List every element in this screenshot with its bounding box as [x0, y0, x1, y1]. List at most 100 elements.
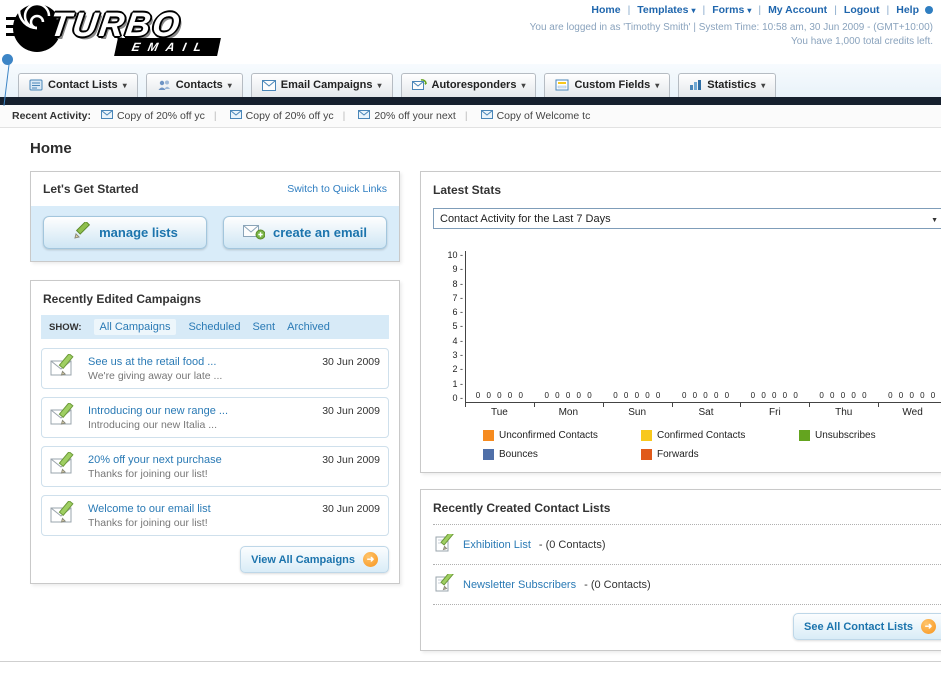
y-tick-label: 10 - [447, 250, 463, 260]
dropdown-arrow-icon [228, 79, 232, 91]
custom-fields-icon [555, 79, 569, 91]
tab-label: Autoresponders [431, 79, 517, 91]
tab-contact-lists[interactable]: Contact Lists [18, 73, 138, 97]
contact-list-item[interactable]: Exhibition List - (0 Contacts) [421, 525, 941, 564]
top-link-my-account[interactable]: My Account [768, 4, 827, 16]
campaign-title-link[interactable]: See us at the retail food ... [88, 356, 314, 368]
contact-list-link[interactable]: Exhibition List [463, 539, 531, 551]
top-link-home-wrap: Home [591, 4, 620, 16]
logo-email: EMAIL [114, 38, 222, 56]
header-right: Home Templates Forms My Account Logout H… [530, 4, 933, 47]
x-tick-label: Tue [465, 403, 534, 418]
latest-stats-title: Latest Stats [433, 183, 502, 197]
legend-swatch-icon [483, 449, 494, 460]
campaign-title-link[interactable]: Introducing our new range ... [88, 405, 314, 417]
tab-custom-fields[interactable]: Custom Fields [544, 73, 671, 97]
y-tick-label: 6 - [452, 307, 463, 318]
x-tick-label: Sat [671, 403, 741, 418]
y-tick-label: 9 - [452, 264, 463, 275]
filter-sent[interactable]: Sent [252, 321, 275, 333]
y-tick-label: 7 - [452, 292, 463, 303]
help-indicator-dot [925, 6, 933, 14]
right-column: Latest Stats Contact Activity for the La… [420, 171, 941, 651]
campaign-row[interactable]: Welcome to our email list Thanks for joi… [41, 495, 389, 536]
contact-lists-panel: Recently Created Contact Lists Exhibitio… [420, 489, 941, 651]
dropdown-arrow-icon [931, 213, 938, 225]
view-all-campaigns-button[interactable]: View All Campaigns [240, 546, 389, 573]
campaign-date: 30 Jun 2009 [322, 503, 380, 515]
contact-list-link[interactable]: Newsletter Subscribers [463, 579, 576, 591]
y-tick-label: 2 - [452, 364, 463, 375]
legend-item: Unsubscribes [799, 430, 941, 441]
recent-activity-link[interactable]: 20% off your next [374, 110, 456, 122]
top-link-home[interactable]: Home [591, 4, 620, 16]
campaign-date: 30 Jun 2009 [322, 405, 380, 417]
stats-period-dropdown[interactable]: Contact Activity for the Last 7 Days [433, 208, 941, 229]
arrow-circle-icon [921, 619, 936, 634]
campaign-subtitle: Introducing our new Italia ... [88, 418, 217, 431]
tab-statistics[interactable]: Statistics [678, 73, 777, 97]
manage-lists-button[interactable]: manage lists [43, 216, 207, 249]
login-info: You are logged in as 'Timothy Smith' | S… [529, 22, 933, 33]
dropdown-arrow-icon [521, 79, 525, 91]
tab-label: Contacts [175, 79, 223, 91]
logo-text: TURBO EMAIL [47, 6, 222, 56]
filter-all-campaigns[interactable]: All Campaigns [93, 319, 177, 335]
filter-archived[interactable]: Archived [287, 321, 330, 333]
header: TURBO EMAIL Home Templates Forms My Acco… [0, 0, 941, 64]
top-link-forms[interactable]: Forms [712, 4, 744, 16]
top-nav: Home Templates Forms My Account Logout H… [530, 4, 933, 16]
dropdown-value: Contact Activity for the Last 7 Days [440, 212, 611, 225]
recent-activity-link[interactable]: Copy of 20% off yc [246, 110, 334, 122]
y-tick-label: 8 - [452, 278, 463, 289]
recent-activity-item: Copy of 20% off yc [100, 110, 205, 122]
contacts-icon [157, 79, 171, 91]
pencil-paper-icon [435, 530, 455, 555]
tab-label: Statistics [707, 79, 757, 91]
legend-item: Unconfirmed Contacts [483, 430, 641, 441]
tab-email-campaigns[interactable]: Email Campaigns [250, 73, 393, 97]
filter-scheduled[interactable]: Scheduled [188, 321, 240, 333]
top-link-templates[interactable]: Templates [637, 4, 688, 16]
top-link-logout[interactable]: Logout [844, 4, 880, 16]
recent-activity-item: Copy of 20% off yc [205, 110, 334, 122]
envelope-icon [261, 79, 276, 91]
tab-contacts[interactable]: Contacts [145, 73, 243, 97]
legend-swatch-icon [641, 430, 652, 441]
left-column: Let's Get Started Switch to Quick Links … [30, 171, 400, 584]
top-link-help[interactable]: Help [896, 4, 919, 16]
campaign-date: 30 Jun 2009 [322, 454, 380, 466]
recent-activity-link[interactable]: Copy of Welcome tc [497, 110, 591, 122]
contact-list-item[interactable]: Newsletter Subscribers - (0 Contacts) [421, 565, 941, 604]
x-tick-label: Thu [809, 403, 878, 418]
chart-value-group: 0 0 0 0 0 [475, 391, 525, 400]
campaign-row[interactable]: Introducing our new range ... Introducin… [41, 397, 389, 438]
campaign-subtitle: Thanks for joining our list! [88, 467, 208, 480]
legend-label: Unconfirmed Contacts [499, 430, 598, 441]
contact-lists-icon [29, 79, 43, 91]
see-all-contact-lists-button[interactable]: See All Contact Lists [792, 613, 941, 640]
credits-info: You have 1,000 total credits left. [791, 36, 933, 47]
recent-activity-label: Recent Activity: [12, 110, 91, 122]
create-email-button[interactable]: create an email [223, 216, 387, 249]
legend-label: Forwards [657, 449, 699, 460]
show-label: SHOW: [49, 321, 82, 333]
campaign-subtitle: We're giving away our late ... [88, 369, 223, 382]
get-started-body: manage lists create an email [31, 206, 399, 261]
turbo-email-logo: TURBO EMAIL [6, 2, 222, 56]
switch-quick-links-link[interactable]: Switch to Quick Links [287, 183, 387, 195]
top-link-my-account-wrap: My Account [751, 4, 827, 16]
top-link-templates-wrap: Templates [621, 4, 696, 16]
legend-swatch-icon [483, 430, 494, 441]
campaign-title-link[interactable]: 20% off your next purchase [88, 454, 314, 466]
dropdown-arrow-icon [377, 79, 381, 91]
chart-value-group: 0 0 0 0 0 [750, 391, 800, 400]
campaign-row[interactable]: 20% off your next purchase Thanks for jo… [41, 446, 389, 487]
campaign-row[interactable]: See us at the retail food ... We're givi… [41, 348, 389, 389]
envelope-pencil-icon [50, 352, 80, 383]
x-tick-label: Sun [602, 403, 672, 418]
x-tick-label: Mon [533, 403, 603, 418]
recent-activity-link[interactable]: Copy of 20% off yc [117, 110, 205, 122]
tab-autoresponders[interactable]: Autoresponders [400, 73, 537, 97]
campaign-title-link[interactable]: Welcome to our email list [88, 503, 314, 515]
